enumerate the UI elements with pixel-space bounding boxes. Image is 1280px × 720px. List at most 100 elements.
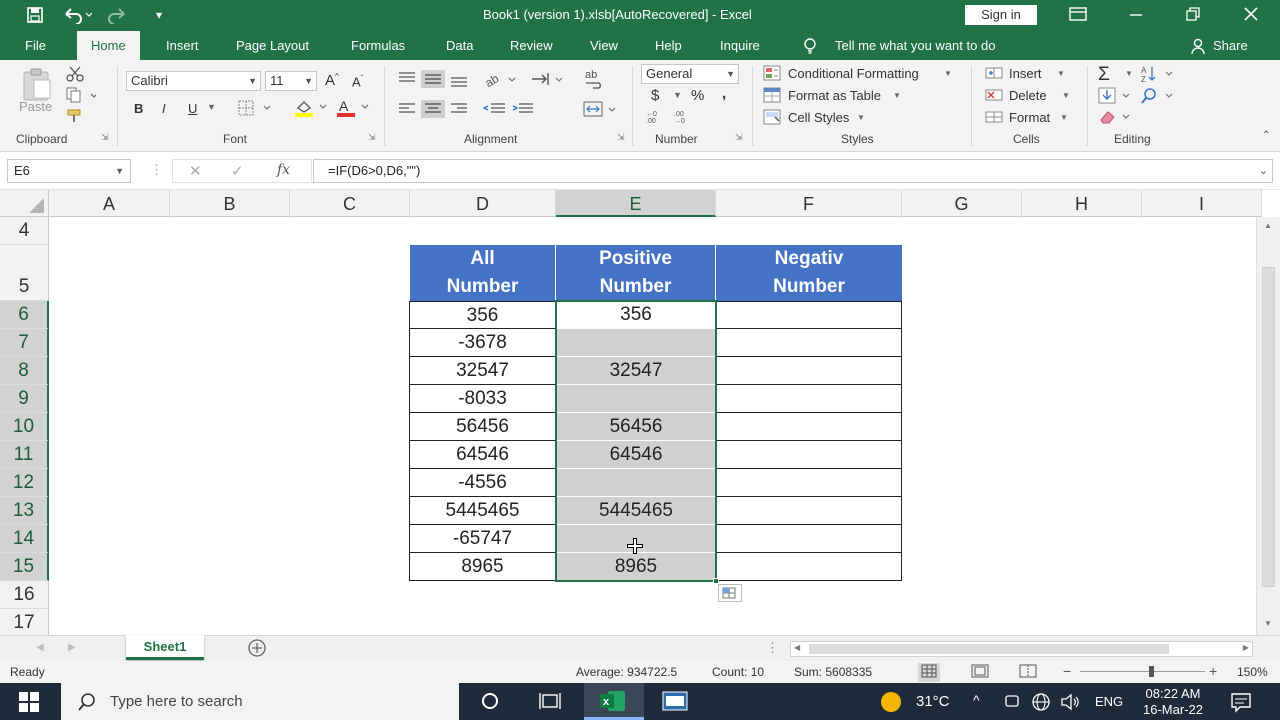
cell-all-number[interactable]: 356 bbox=[409, 301, 556, 329]
undo-icon[interactable] bbox=[62, 6, 93, 29]
cell-all-number[interactable]: 5445465 bbox=[409, 497, 556, 525]
row-header-9[interactable]: 9 bbox=[0, 385, 49, 413]
horizontal-scroll-thumb[interactable] bbox=[809, 644, 1169, 654]
chevron-down-icon[interactable]: ▼ bbox=[673, 90, 682, 100]
zoom-level[interactable]: 150% bbox=[1237, 665, 1268, 679]
align-top-icon[interactable] bbox=[397, 70, 473, 91]
sign-in-button[interactable]: Sign in bbox=[965, 5, 1037, 25]
chevron-down-icon[interactable]: ▼ bbox=[207, 102, 216, 112]
column-header-h[interactable]: H bbox=[1022, 190, 1142, 217]
row-header-14[interactable]: 14 bbox=[0, 525, 49, 553]
column-header-f[interactable]: F bbox=[716, 190, 902, 217]
currency-button[interactable]: $ bbox=[651, 87, 659, 104]
cell-positive-number[interactable]: 64546 bbox=[556, 441, 716, 469]
column-header-a[interactable]: A bbox=[49, 190, 170, 217]
fill-icon[interactable] bbox=[1098, 87, 1132, 108]
format-as-table-button[interactable]: Format as Table bbox=[788, 88, 881, 103]
row-header-12[interactable]: 12 bbox=[0, 469, 49, 497]
cell-all-number[interactable]: -4556 bbox=[409, 469, 556, 497]
row-header-10[interactable]: 10 bbox=[0, 413, 49, 441]
cell-all-number[interactable]: -65747 bbox=[409, 525, 556, 553]
cell-positive-number[interactable]: 32547 bbox=[556, 357, 716, 385]
font-name-combo[interactable]: Calibri ▼ bbox=[126, 71, 261, 91]
cell-negative-number[interactable] bbox=[716, 553, 902, 581]
cell-positive-number[interactable]: 5445465 bbox=[556, 497, 716, 525]
format-cells-button[interactable]: Format bbox=[1009, 110, 1050, 125]
save-icon[interactable] bbox=[26, 6, 44, 29]
tray-app-icon[interactable] bbox=[1003, 692, 1021, 715]
borders-icon[interactable] bbox=[238, 100, 272, 119]
delete-cells-button[interactable]: Delete bbox=[1009, 88, 1047, 103]
column-header-d[interactable]: D bbox=[410, 190, 556, 217]
tab-split-icon[interactable]: ⋮ bbox=[766, 640, 779, 656]
taskbar-app-button[interactable] bbox=[648, 683, 702, 720]
font-launcher-icon[interactable]: ⇲ bbox=[368, 132, 376, 143]
row-header-4[interactable]: 4 bbox=[0, 217, 49, 245]
share-icon[interactable] bbox=[1190, 31, 1208, 60]
cell-negative-number[interactable] bbox=[716, 469, 902, 497]
fill-color-icon[interactable] bbox=[294, 98, 328, 121]
tab-help[interactable]: Help bbox=[655, 31, 682, 60]
cell-all-number[interactable]: 64546 bbox=[409, 441, 556, 469]
conditional-formatting-button[interactable]: Conditional Formatting bbox=[788, 66, 919, 81]
tab-insert[interactable]: Insert bbox=[166, 31, 199, 60]
zoom-slider-thumb[interactable] bbox=[1149, 666, 1154, 677]
taskbar-excel-button[interactable]: x bbox=[584, 683, 644, 720]
cell-negative-number[interactable] bbox=[716, 413, 902, 441]
increase-decimal-icon[interactable]: ←0.00.00 →0 bbox=[646, 108, 698, 127]
add-sheet-icon[interactable] bbox=[247, 638, 267, 663]
cell-negative-number[interactable] bbox=[716, 385, 902, 413]
worksheet-grid[interactable]: A B C D E F G H I 4 5 6 7 8 9 10 11 12 1… bbox=[0, 190, 1280, 635]
close-icon[interactable] bbox=[1243, 6, 1259, 27]
format-as-table-icon[interactable] bbox=[763, 87, 783, 106]
cell-negative-number[interactable] bbox=[716, 329, 902, 357]
font-color-icon[interactable]: A bbox=[336, 98, 370, 121]
quick-analysis-icon[interactable] bbox=[718, 584, 742, 602]
cell-positive-number[interactable] bbox=[556, 385, 716, 413]
number-launcher-icon[interactable]: ⇲ bbox=[735, 132, 743, 143]
taskbar-search-box[interactable]: Type here to search bbox=[61, 683, 459, 720]
row-header-16[interactable]: 16 bbox=[0, 581, 49, 609]
percent-button[interactable]: % bbox=[691, 87, 704, 104]
cell-negative-number[interactable] bbox=[716, 357, 902, 385]
zoom-in-icon[interactable]: + bbox=[1209, 663, 1217, 679]
cell-negative-number[interactable] bbox=[716, 525, 902, 553]
expand-formula-icon[interactable]: ⌄ bbox=[1259, 160, 1268, 182]
cell-negative-number[interactable] bbox=[716, 497, 902, 525]
merge-center-icon[interactable] bbox=[583, 100, 617, 121]
horizontal-scrollbar[interactable]: ◀ ▶ bbox=[790, 641, 1253, 657]
text-direction-icon[interactable] bbox=[530, 70, 564, 91]
row-header-6[interactable]: 6 bbox=[0, 301, 49, 329]
tab-data[interactable]: Data bbox=[446, 31, 473, 60]
windows-start-icon[interactable] bbox=[19, 692, 39, 717]
tab-inquire[interactable]: Inquire bbox=[720, 31, 760, 60]
orientation-icon[interactable]: ab bbox=[483, 70, 517, 91]
tell-me-search[interactable]: Tell me what you want to do bbox=[835, 31, 995, 60]
cell-all-number[interactable]: 8965 bbox=[409, 553, 556, 581]
tab-view[interactable]: View bbox=[590, 31, 618, 60]
cell-all-number[interactable]: -3678 bbox=[409, 329, 556, 357]
redo-icon[interactable] bbox=[108, 6, 138, 29]
scroll-down-icon[interactable]: ▼ bbox=[1264, 619, 1272, 628]
zoom-out-icon[interactable]: − bbox=[1063, 663, 1071, 679]
alignment-launcher-icon[interactable]: ⇲ bbox=[617, 132, 625, 143]
paste-button[interactable]: Paste bbox=[19, 99, 52, 114]
vertical-scroll-thumb[interactable] bbox=[1262, 267, 1275, 587]
paste-icon[interactable] bbox=[20, 68, 54, 101]
decrease-font-icon[interactable]: Aˇ bbox=[352, 74, 363, 89]
row-header-17[interactable]: 17 bbox=[0, 609, 49, 635]
clock-time[interactable]: 08:22 AM bbox=[1140, 686, 1206, 701]
cell-positive-number[interactable]: 356 bbox=[556, 301, 716, 329]
cell-positive-number[interactable] bbox=[556, 469, 716, 497]
header-all-number[interactable]: All Number bbox=[410, 245, 556, 301]
sort-filter-icon[interactable]: AZ bbox=[1141, 65, 1173, 86]
number-format-combo[interactable]: General ▼ bbox=[641, 64, 739, 84]
column-header-i[interactable]: I bbox=[1142, 190, 1262, 217]
minimize-icon[interactable] bbox=[1128, 6, 1144, 27]
find-select-icon[interactable] bbox=[1141, 87, 1173, 108]
scroll-left-icon[interactable]: ◀ bbox=[794, 643, 800, 652]
scroll-right-icon[interactable]: ▶ bbox=[1243, 643, 1249, 652]
ribbon-display-options-icon[interactable] bbox=[1069, 6, 1087, 27]
column-header-c[interactable]: C bbox=[290, 190, 410, 217]
name-box[interactable]: E6 ▼ bbox=[7, 159, 131, 183]
